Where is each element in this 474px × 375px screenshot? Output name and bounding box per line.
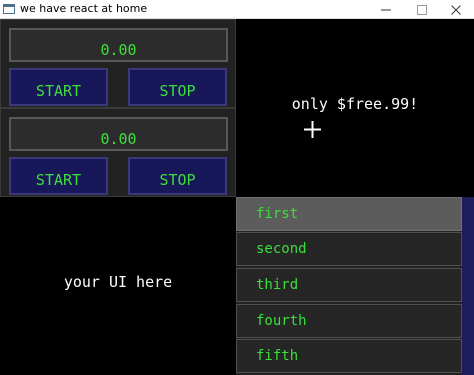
- placeholder-text: your UI here: [63, 273, 173, 291]
- maximize-icon: [417, 5, 427, 15]
- title-bar[interactable]: we have react at home: [0, 0, 474, 19]
- stop-button[interactable]: STOP: [128, 157, 227, 195]
- list-item[interactable]: fourth: [236, 304, 462, 338]
- stop-button[interactable]: STOP: [128, 68, 227, 106]
- minimize-icon: [381, 9, 391, 11]
- start-button[interactable]: START: [9, 157, 108, 195]
- close-icon: [451, 5, 461, 15]
- minimize-button[interactable]: [368, 0, 404, 19]
- app-window-icon: [3, 4, 15, 14]
- client-area: 0.00 START STOP 0.00 START STOP only $fr…: [0, 19, 474, 375]
- timer-readout: 0.00: [9, 28, 228, 62]
- scrollbar-thumb[interactable]: [462, 197, 474, 375]
- ui-placeholder-panel: your UI here: [0, 197, 236, 375]
- promo-panel: only $free.99!: [236, 19, 474, 197]
- stopwatch-panel-2: 0.00 START STOP: [0, 108, 236, 197]
- maximize-button[interactable]: [404, 0, 440, 19]
- list-item[interactable]: third: [236, 268, 462, 302]
- list-item[interactable]: fifth: [236, 339, 462, 373]
- window-title: we have react at home: [20, 2, 148, 15]
- list-scrollbar[interactable]: [462, 197, 474, 375]
- timer-readout: 0.00: [9, 117, 228, 151]
- stopwatch-panel-1: 0.00 START STOP: [0, 19, 236, 108]
- crosshair-cursor-icon: [304, 121, 321, 138]
- list-item[interactable]: second: [236, 232, 462, 266]
- app-window: we have react at home 0.00 START STOP 0.…: [0, 0, 474, 375]
- item-list: first second third fourth fifth: [236, 197, 462, 375]
- promo-text: only $free.99!: [291, 95, 419, 113]
- start-button[interactable]: START: [9, 68, 108, 106]
- close-button[interactable]: [438, 0, 474, 19]
- list-item[interactable]: first: [236, 197, 462, 231]
